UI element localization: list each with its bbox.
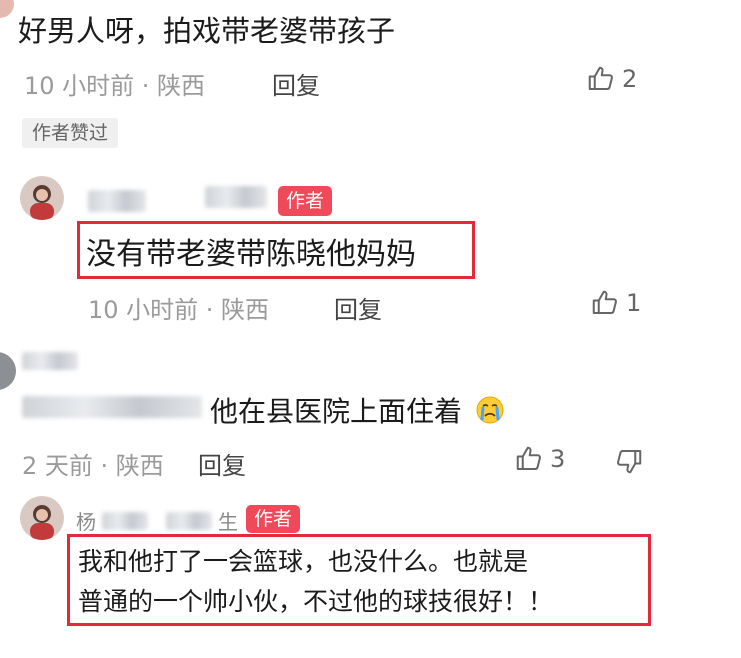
author-avatar[interactable] — [20, 176, 64, 220]
author-name-redacted — [102, 511, 148, 530]
comment-time-location: 2 天前 · 陕西 — [22, 452, 164, 480]
author-name-redacted — [88, 190, 146, 212]
reply-time-location: 10 小时前 · 陕西 — [88, 296, 270, 324]
author-name: 杨 生 — [76, 510, 238, 534]
like-button[interactable]: 3 — [514, 444, 565, 474]
crying-face-icon — [475, 395, 505, 432]
author-avatar[interactable] — [20, 496, 64, 540]
like-button[interactable]: 1 — [590, 288, 641, 318]
author-badge: 作者 — [278, 186, 333, 216]
avatar-partial[interactable] — [0, 352, 16, 390]
like-count: 1 — [626, 289, 642, 317]
like-count: 3 — [550, 445, 566, 473]
avatar-partial-top — [0, 0, 14, 18]
author-name-redacted — [166, 511, 212, 530]
author-badge: 作者 — [246, 505, 301, 533]
thumbs-down-icon — [614, 450, 644, 480]
author-name-redacted — [205, 186, 267, 208]
reply-button[interactable]: 回复 — [198, 446, 246, 481]
comment-text: 好男人呀，拍戏带老婆带孩子 — [18, 14, 396, 48]
reply-text-line-1: 我和他打了一会篮球，也没什么。也就是 — [78, 547, 529, 576]
mention-redacted — [22, 396, 202, 418]
like-count: 2 — [622, 65, 638, 93]
like-button[interactable]: 2 — [586, 64, 637, 94]
username-redacted — [22, 352, 78, 370]
comment-time-location: 10 小时前 · 陕西 — [24, 72, 206, 100]
thumbs-up-icon — [514, 444, 544, 474]
reply-button[interactable]: 回复 — [334, 290, 382, 325]
comment-text: 他在县医院上面住着 — [210, 390, 505, 432]
thumbs-up-icon — [590, 288, 620, 318]
reply-text-line-2: 普通的一个帅小伙，不过他的球技很好！！ — [78, 587, 554, 616]
author-liked-tag: 作者赞过 — [22, 118, 119, 148]
reply-button[interactable]: 回复 — [272, 66, 320, 101]
reply-text: 没有带老婆带陈晓他妈妈 — [86, 237, 416, 272]
thumbs-up-icon — [586, 64, 616, 94]
dislike-button[interactable] — [614, 446, 644, 480]
